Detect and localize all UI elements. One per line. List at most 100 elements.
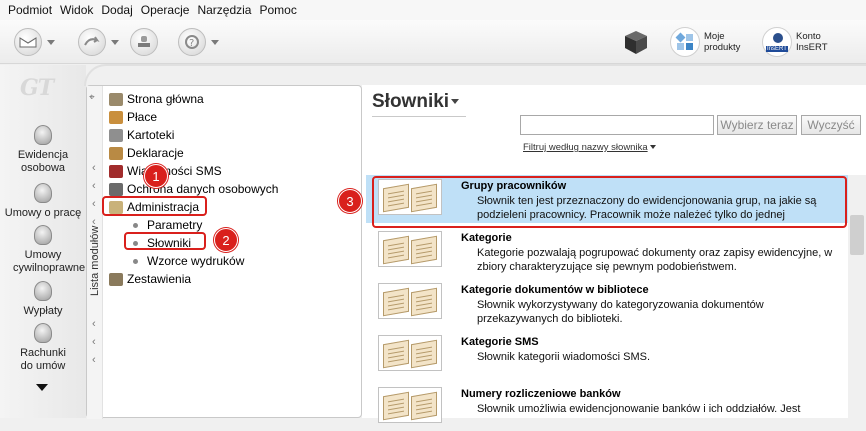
chevron-left-icon: ‹ xyxy=(92,354,96,366)
item-title: Kategorie SMS xyxy=(461,336,539,348)
forward-button[interactable] xyxy=(78,28,119,56)
content-top-strip xyxy=(84,64,866,86)
menu-widok[interactable]: Widok xyxy=(56,3,97,17)
moje-produkty-button[interactable]: Moje produkty xyxy=(670,24,740,60)
left-navigation: GT Ewidencja osobowa Umowy o pracę Umowy… xyxy=(0,65,86,418)
chevron-left-icon: ‹ xyxy=(92,180,96,192)
tree-label: Deklaracje xyxy=(127,146,184,160)
tree-item-zestawienia[interactable]: Zestawienia xyxy=(109,270,361,288)
item-title: Kategorie dokumentów w bibliotece xyxy=(461,284,649,296)
highlight-administracja xyxy=(102,196,207,216)
list-scrollbar[interactable] xyxy=(848,175,866,418)
nav-umowy-cywilnoprawne[interactable]: Umowy cywilnoprawne xyxy=(0,225,86,275)
highlight-grupy-pracownikow xyxy=(372,176,847,228)
konto-label-2: InsERT xyxy=(796,42,828,53)
item-description: Słownik kategorii wiadomości SMS. xyxy=(477,351,651,363)
dictionary-book-icon xyxy=(378,335,442,371)
tree-label: Płace xyxy=(127,110,158,124)
home-icon xyxy=(109,92,123,106)
chevron-down-icon xyxy=(47,39,55,45)
item-description: Słownik umożliwia ewidencjonowanie bankó… xyxy=(477,403,801,415)
money-bag-icon xyxy=(109,110,123,124)
callout-2: 2 xyxy=(214,228,238,252)
clear-button[interactable]: Wyczyść xyxy=(801,115,861,135)
chevron-down-icon xyxy=(211,39,219,45)
back-button[interactable] xyxy=(14,28,55,56)
tree-item-deklaracje[interactable]: Deklaracje xyxy=(109,144,361,162)
scrollbar-thumb[interactable] xyxy=(850,215,864,255)
tree-item-kartoteki[interactable]: Kartoteki xyxy=(109,126,361,144)
list-item[interactable]: Kategorie SMS Słownik kategorii wiadomoś… xyxy=(366,331,848,379)
stamp-button[interactable] xyxy=(130,28,158,56)
list-item[interactable]: Numery rozliczeniowe banków Słownik umoż… xyxy=(366,383,848,431)
item-description: Kategorie pozwalają pogrupować dokumenty… xyxy=(477,247,833,273)
menu-operacje[interactable]: Operacje xyxy=(137,3,194,17)
cube-button[interactable] xyxy=(622,24,650,60)
sms-icon xyxy=(109,164,123,178)
nav-umowy-o-prace[interactable]: Umowy o pracę xyxy=(0,183,86,220)
chevron-left-icon: ‹ xyxy=(92,234,96,246)
nav-wyplaty[interactable]: Wypłaty xyxy=(0,281,86,318)
toolbar: ? Moje produkty InsERT Konto InsERT xyxy=(0,20,866,64)
envelope-arrow-icon xyxy=(14,28,42,56)
tree-label: Wiadomości SMS xyxy=(127,164,222,178)
nav-rachunki-do-umow[interactable]: Rachunki do umów xyxy=(0,323,86,373)
nav-rachunki-label: Rachunki do umów xyxy=(20,347,66,372)
item-title: Numery rozliczeniowe banków xyxy=(461,388,621,400)
report-icon xyxy=(109,272,123,286)
help-icon: ? xyxy=(178,28,206,56)
select-now-button[interactable]: Wybierz teraz xyxy=(717,115,797,135)
list-item[interactable]: Kategorie Kategorie pozwalają pogrupować… xyxy=(366,227,848,275)
callout-3: 3 xyxy=(338,189,362,213)
nav-umowy-label: Umowy o pracę xyxy=(4,207,82,219)
konto-label-1: Konto xyxy=(796,31,821,42)
folder-icon xyxy=(109,128,123,142)
tree-item-place[interactable]: Płace xyxy=(109,108,361,126)
menu-podmiot[interactable]: Podmiot xyxy=(4,3,56,17)
chevron-down-icon xyxy=(111,39,119,45)
filter-link[interactable]: Filtruj według nazwy słownika xyxy=(523,142,656,153)
stamp-icon xyxy=(130,28,158,56)
module-list-tab[interactable]: ⌖ Lista modułów ‹ ‹ ‹ ‹ ‹ ‹ ‹ ‹ ‹ xyxy=(87,86,103,419)
main-content: Słowniki Wybierz teraz Wyczyść Filtruj w… xyxy=(362,85,866,423)
dictionary-book-icon xyxy=(378,231,442,267)
filter-link-text: Filtruj według nazwy słownika xyxy=(523,142,648,153)
konto-insert-button[interactable]: InsERT Konto InsERT xyxy=(762,24,828,60)
civil-contract-icon xyxy=(28,225,58,247)
tree-label: Zestawienia xyxy=(127,272,192,286)
nav-ewidencja-osobowa[interactable]: Ewidencja osobowa xyxy=(0,125,86,175)
nav-wyplaty-label: Wypłaty xyxy=(23,305,63,317)
dictionary-search-input[interactable] xyxy=(520,115,714,135)
callout-1: 1 xyxy=(144,164,168,188)
nav-ewidencja-label: Ewidencja osobowa xyxy=(17,149,69,174)
tree-item-strona-glowna[interactable]: Strona główna xyxy=(109,90,361,108)
person-icon xyxy=(28,125,58,147)
page-title-text: Słowniki xyxy=(372,91,450,112)
moje-produkty-label-2: produkty xyxy=(704,42,741,53)
declaration-icon xyxy=(109,146,123,160)
chevron-left-icon: ‹ xyxy=(92,336,96,348)
chevron-down-icon xyxy=(451,99,460,105)
page-title[interactable]: Słowniki xyxy=(372,91,460,113)
item-title: Kategorie xyxy=(461,232,512,244)
tree-label: Strona główna xyxy=(127,92,204,106)
payment-icon xyxy=(28,281,58,303)
tree-label: Parametry xyxy=(147,218,203,232)
menu-pomoc[interactable]: Pomoc xyxy=(255,3,300,17)
scroll-down-icon[interactable] xyxy=(36,384,48,391)
tree-item-wzorce-wydrukow[interactable]: Wzorce wydruków xyxy=(109,252,361,270)
tree-label: Kartoteki xyxy=(127,128,175,142)
pin-icon[interactable]: ⌖ xyxy=(89,92,95,103)
menu-dodaj[interactable]: Dodaj xyxy=(97,3,136,17)
list-item[interactable]: Kategorie dokumentów w bibliotece Słowni… xyxy=(366,279,848,327)
help-button[interactable]: ? xyxy=(178,28,219,56)
chevron-left-icon: ‹ xyxy=(92,198,96,210)
bullet-icon xyxy=(133,258,138,264)
chevron-down-icon xyxy=(649,145,656,150)
products-icon xyxy=(670,27,700,57)
forward-icon xyxy=(78,28,106,56)
menu-narzedzia[interactable]: Narzędzia xyxy=(193,3,255,17)
tree-label: Wzorce wydruków xyxy=(147,254,245,268)
gt-logo: GT xyxy=(20,75,54,101)
highlight-slowniki xyxy=(124,232,206,250)
